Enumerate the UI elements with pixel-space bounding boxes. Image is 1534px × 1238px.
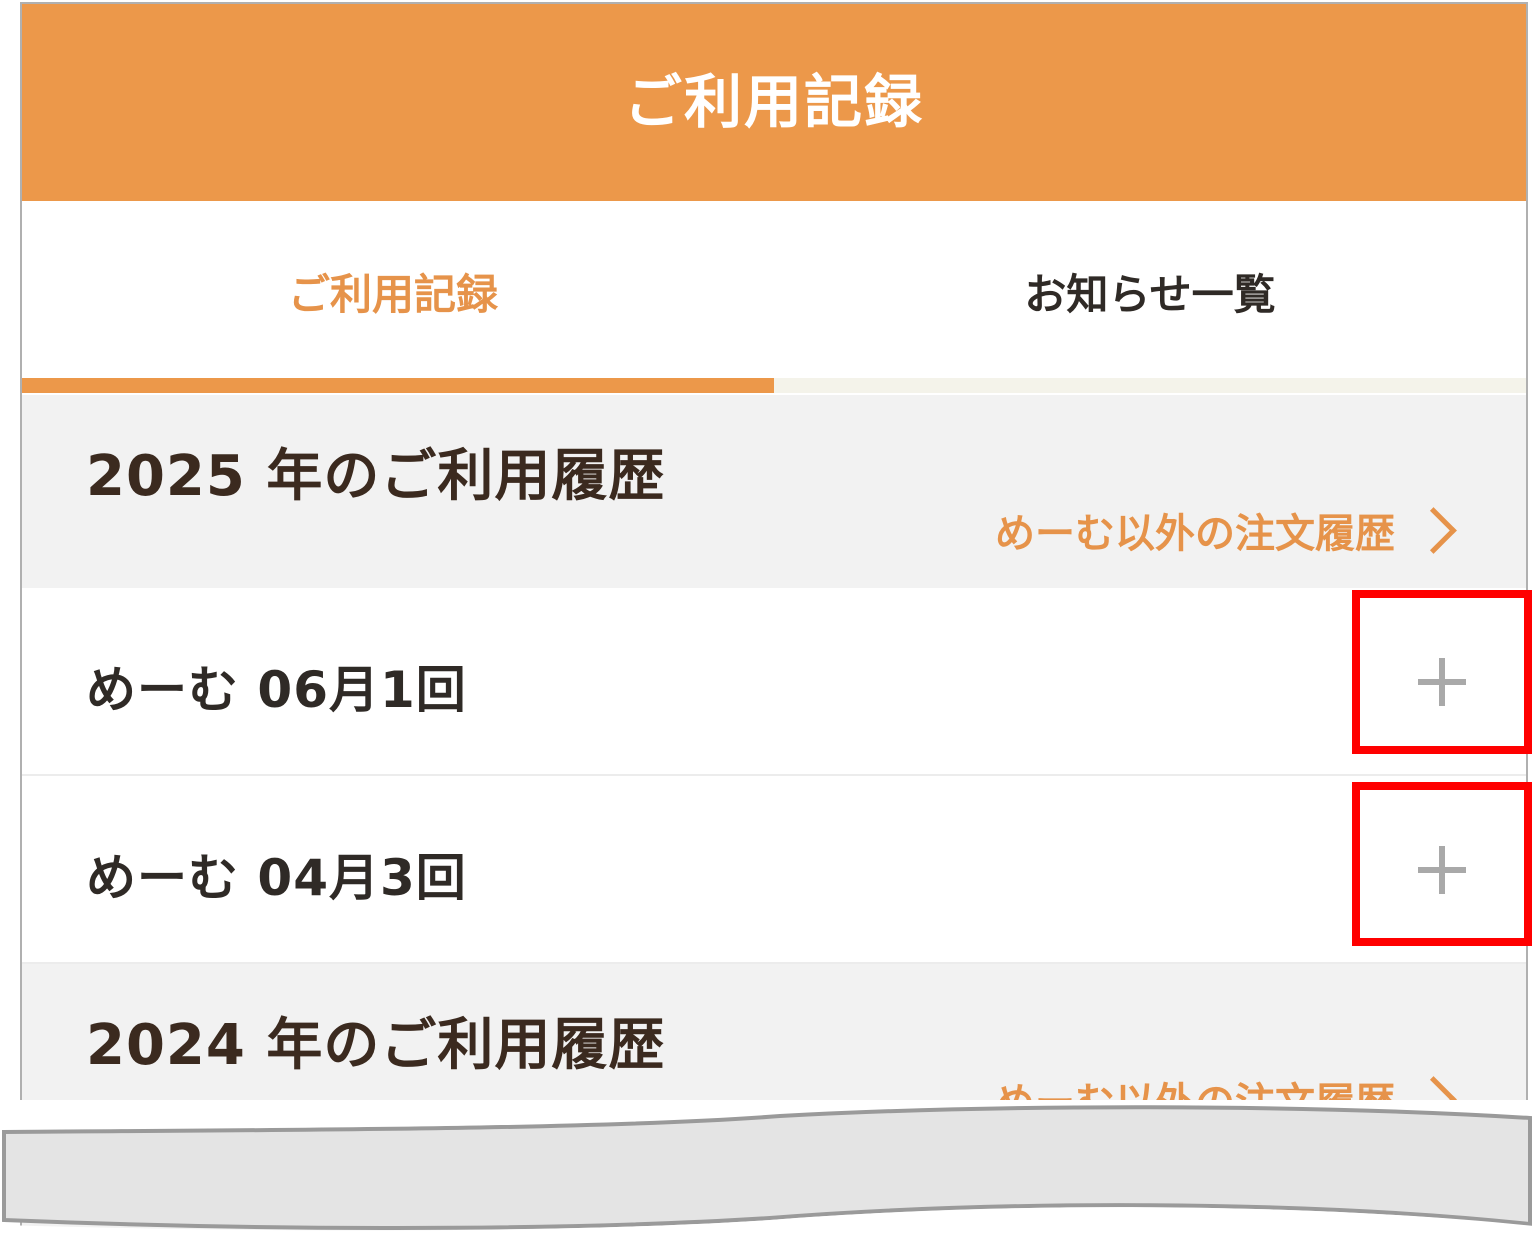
other-orders-link-label: めーむ以外の注文履歴 <box>995 511 1395 557</box>
section-header-2025: 2025 年のご利用履歴 めーむ以外の注文履歴 <box>22 395 1526 588</box>
tab-label: お知らせ一覧 <box>1024 269 1276 319</box>
tab-bar: ご利用記録 お知らせ一覧 <box>22 201 1526 395</box>
tab-active-indicator <box>22 378 774 393</box>
app-header: ご利用記録 <box>22 4 1526 201</box>
tab-usage-history[interactable]: ご利用記録 <box>22 201 774 381</box>
list-item[interactable]: めーむ 04月3回 <box>22 776 1526 964</box>
section-title: 2024 年のご利用履歴 <box>86 1013 666 1078</box>
section-header-2024: 2024 年のご利用履歴 めーむ以外の注文履歴 <box>22 964 1526 1238</box>
chevron-right-icon <box>1410 1075 1457 1123</box>
list-item[interactable]: めーむ 06月1回 <box>22 588 1526 776</box>
other-orders-link[interactable]: めーむ以外の注文履歴 <box>995 501 1458 559</box>
other-orders-link[interactable]: めーむ以外の注文履歴 <box>995 1070 1458 1128</box>
other-orders-link-label: めーむ以外の注文履歴 <box>995 1080 1395 1126</box>
usage-row-label: めーむ 04月3回 <box>86 849 467 907</box>
app-screen: ご利用記録 ご利用記録 お知らせ一覧 2025 年のご利用履歴 めーむ以外の注文… <box>20 2 1528 1238</box>
page-title: ご利用記録 <box>623 67 924 136</box>
tab-label: ご利用記録 <box>287 269 498 319</box>
chevron-right-icon <box>1410 506 1457 554</box>
section-title: 2025 年のご利用履歴 <box>86 444 666 509</box>
plus-icon[interactable] <box>1418 658 1466 706</box>
tab-notices[interactable]: お知らせ一覧 <box>774 201 1526 381</box>
page: ご利用記録 ご利用記録 お知らせ一覧 2025 年のご利用履歴 めーむ以外の注文… <box>0 0 1534 1238</box>
plus-icon[interactable] <box>1418 846 1466 894</box>
usage-row-label: めーむ 06月1回 <box>86 661 467 719</box>
